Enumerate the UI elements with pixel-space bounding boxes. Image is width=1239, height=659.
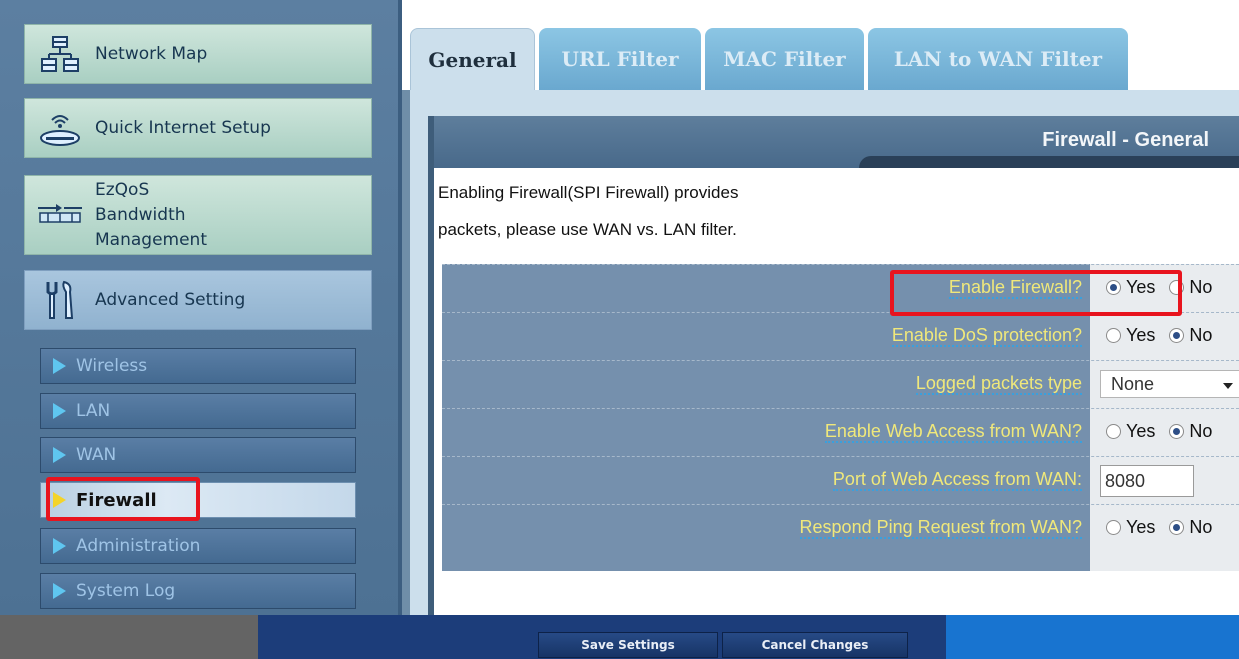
menu-ezqos-bandwidth[interactable]: EzQoS Bandwidth Management (24, 175, 372, 255)
header-decoration (859, 156, 1239, 168)
panel-title: Firewall - General (1042, 129, 1209, 151)
radio-firewall-yes[interactable] (1106, 280, 1121, 295)
radio-ping-yes-label: Yes (1126, 517, 1156, 537)
bottom-bar: Save Settings Cancel Changes (0, 615, 1239, 659)
radio-webaccess-yes-label: Yes (1126, 421, 1156, 441)
label-dos-protection: Enable DoS protection? (891, 325, 1082, 347)
web-port-input[interactable]: 8080 (1100, 465, 1194, 497)
row-web-port: Port of Web Access from WAN: 8080 (442, 456, 1239, 504)
arrow-right-icon (53, 538, 66, 554)
network-map-icon (25, 34, 95, 74)
sidebar-item-firewall[interactable]: Firewall (40, 482, 356, 518)
arrow-right-icon (53, 403, 66, 419)
tab-mac-filter[interactable]: MAC Filter (705, 28, 864, 90)
sidebar-item-administration[interactable]: Administration (40, 528, 356, 564)
arrow-right-icon (53, 583, 66, 599)
sidebar-item-wan[interactable]: WAN (40, 437, 356, 473)
sidebar-item-system-log[interactable]: System Log (40, 573, 356, 609)
label-enable-firewall: Enable Firewall? (948, 277, 1082, 299)
bottom-bar-accent (946, 615, 1239, 659)
sidebar-item-label: Wireless (76, 356, 148, 376)
panel-description-line1: Enabling Firewall(SPI Firewall) provides (438, 183, 739, 202)
row-enable-firewall: Enable Firewall? Yes No (442, 264, 1239, 312)
main-content: General URL Filter MAC Filter LAN to WAN… (402, 10, 1239, 615)
sidebar-item-label: Firewall (76, 489, 157, 511)
label-logged-packets: Logged packets type (915, 373, 1082, 395)
sidebar: Network Map Quick Internet Setup EzQoS B… (0, 0, 402, 615)
radio-webaccess-no[interactable] (1169, 424, 1185, 439)
radio-firewall-no[interactable] (1169, 280, 1185, 295)
router-icon (25, 108, 95, 148)
radio-dos-no-label: No (1189, 325, 1213, 345)
radio-dos-yes-label: Yes (1126, 325, 1156, 345)
label-web-port: Port of Web Access from WAN: (832, 469, 1082, 491)
menu-advanced-setting[interactable]: Advanced Setting (24, 270, 372, 330)
menu-ezqos-line2: Bandwidth (95, 204, 186, 225)
radio-webaccess-no-label: No (1189, 421, 1213, 441)
tab-general[interactable]: General (410, 28, 535, 90)
row-respond-ping: Respond Ping Request from WAN? Yes No (442, 504, 1239, 552)
radio-webaccess-yes[interactable] (1106, 424, 1121, 439)
sidebar-item-lan[interactable]: LAN (40, 393, 356, 429)
row-dos-protection: Enable DoS protection? Yes No (442, 312, 1239, 360)
radio-firewall-no-label: No (1189, 277, 1213, 297)
arrow-right-icon (53, 358, 66, 374)
firewall-panel: Firewall - General Enabling Firewall(SPI… (428, 116, 1239, 615)
sidebar-item-label: System Log (76, 581, 176, 601)
tab-lan-to-wan-filter[interactable]: LAN to WAN Filter (868, 28, 1128, 90)
menu-ezqos-line1: EzQoS (95, 179, 150, 200)
radio-dos-no[interactable] (1169, 328, 1185, 343)
label-respond-ping: Respond Ping Request from WAN? (799, 517, 1082, 539)
firewall-form: Enable Firewall? Yes No Enable DoS prote… (442, 264, 1239, 571)
sidebar-item-wireless[interactable]: Wireless (40, 348, 356, 384)
save-settings-button[interactable]: Save Settings (538, 632, 718, 658)
label-web-access: Enable Web Access from WAN? (824, 421, 1082, 443)
tab-url-filter[interactable]: URL Filter (539, 28, 701, 90)
menu-ezqos-label: EzQoS Bandwidth Management (95, 178, 207, 253)
radio-firewall-yes-label: Yes (1126, 277, 1156, 297)
menu-network-map[interactable]: Network Map (24, 24, 372, 84)
menu-quick-internet-setup[interactable]: Quick Internet Setup (24, 98, 372, 158)
menu-quick-internet-setup-label: Quick Internet Setup (95, 117, 271, 138)
panel-header: Firewall - General (434, 116, 1239, 168)
row-logged-packets: Logged packets type None (442, 360, 1239, 408)
arrow-right-icon (53, 492, 66, 508)
logged-packets-value: None (1111, 374, 1155, 394)
chevron-down-icon (1223, 383, 1233, 389)
tab-bar: General URL Filter MAC Filter LAN to WAN… (402, 10, 1239, 90)
radio-dos-yes[interactable] (1106, 328, 1121, 343)
sidebar-item-label: WAN (76, 445, 117, 465)
sidebar-item-label: Administration (76, 536, 201, 556)
cancel-changes-button[interactable]: Cancel Changes (722, 632, 908, 658)
sidebar-item-label: LAN (76, 401, 111, 421)
row-web-access: Enable Web Access from WAN? Yes No (442, 408, 1239, 456)
logged-packets-select[interactable]: None (1100, 370, 1239, 398)
menu-advanced-setting-label: Advanced Setting (95, 289, 246, 310)
radio-ping-yes[interactable] (1106, 520, 1121, 535)
panel-description-line2: packets, please use WAN vs. LAN filter. (438, 220, 737, 239)
menu-ezqos-line3: Management (95, 229, 207, 250)
arrow-right-icon (53, 447, 66, 463)
bandwidth-icon (25, 200, 95, 230)
tab-content: Firewall - General Enabling Firewall(SPI… (410, 90, 1239, 615)
menu-network-map-label: Network Map (95, 43, 208, 64)
radio-ping-no-label: No (1189, 517, 1213, 537)
tools-icon (25, 278, 95, 322)
radio-ping-no[interactable] (1169, 520, 1185, 535)
